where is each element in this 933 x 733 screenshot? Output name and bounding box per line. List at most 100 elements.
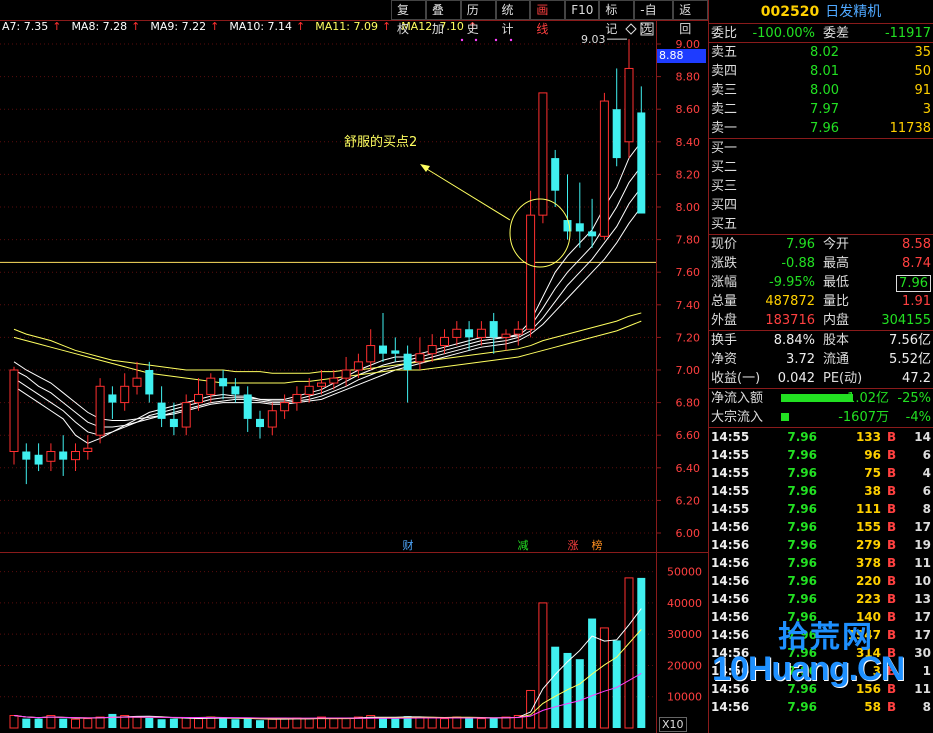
tick-row[interactable]: 14:55 7.96 96 B 6 xyxy=(709,446,933,464)
annotation-arrow-head xyxy=(420,164,430,172)
tick-price: 7.96 xyxy=(787,502,817,516)
tick-time: 14:55 xyxy=(711,430,750,444)
toolbar-button-8[interactable]: 返回 xyxy=(673,0,709,36)
tick-volume: 38 xyxy=(864,484,881,498)
tick-price: 7.96 xyxy=(787,646,817,660)
ask-label: 卖一 xyxy=(711,121,738,136)
toolbar-button-5[interactable]: F10 xyxy=(565,0,600,20)
toolbar-button-0[interactable]: 复权 xyxy=(391,0,426,36)
tick-volume: 133 xyxy=(855,430,881,444)
kline-chart-area[interactable]: 9.00 8.80 8.60 8.40 8.20 8.00 7.80 7.60 7.40 7.20… xyxy=(0,0,709,733)
bid-label: 买二 xyxy=(711,160,738,175)
bid-row-2[interactable]: 买二 xyxy=(709,158,933,177)
volume-bar-down xyxy=(465,717,474,728)
tick-list[interactable]: 14:55 7.96 133 B 14 14:55 7.96 96 B 6 14:55 7.96 75 B… xyxy=(709,428,933,716)
tick-price: 7.96 xyxy=(787,682,817,696)
ma-legend-item-2: MA9: 7.22 xyxy=(150,20,207,33)
stock-title[interactable]: 002520 日发精机 xyxy=(709,0,933,24)
candle-body-down xyxy=(59,451,68,460)
fundamental-label: 股本 xyxy=(823,333,850,348)
tick-volume: 378 xyxy=(855,556,881,570)
candle-body-up xyxy=(526,214,536,330)
stat-label: 最高 xyxy=(823,256,850,271)
weibi-label: 委比 xyxy=(711,26,738,41)
tick-row[interactable]: 14:55 7.96 38 B 6 xyxy=(709,482,933,500)
tick-row[interactable]: 14:56 7.96 3 B 1 xyxy=(709,662,933,680)
volume-bar-down xyxy=(145,717,154,728)
order-ratio-row: 委比 -100.00% 委差 -11917 xyxy=(709,24,933,43)
stat-label: 涨跌 xyxy=(711,256,738,271)
bid-row-3[interactable]: 买三 xyxy=(709,177,933,196)
tick-side: B xyxy=(887,556,897,570)
tick-side: B xyxy=(887,700,897,714)
tick-row[interactable]: 14:56 7.96 378 B 11 xyxy=(709,554,933,572)
bid-row-1[interactable]: 买一 xyxy=(709,139,933,158)
toolbar-button-3[interactable]: 统计 xyxy=(495,0,531,36)
tick-row[interactable]: 14:56 7.96 155 B 17 xyxy=(709,518,933,536)
ask-row-3[interactable]: 卖三 8.00 91 xyxy=(709,81,933,100)
tick-row[interactable]: 14:56 7.96 314 B 30 xyxy=(709,644,933,662)
candle-body-down xyxy=(34,454,43,465)
volume-bar-down xyxy=(256,720,264,728)
weibi-value: -100.00% xyxy=(752,26,815,41)
tick-row[interactable]: 14:56 7.96 279 B 19 xyxy=(709,536,933,554)
ask-row-5[interactable]: 卖五 8.02 35 xyxy=(709,43,933,62)
ask-volume: 35 xyxy=(914,45,931,60)
flow-row-1: 大宗流入 -1607万 -4% xyxy=(709,408,933,427)
toolbar-button-7[interactable]: -自选 xyxy=(634,0,674,36)
bid-label: 买三 xyxy=(711,179,738,194)
volume-bar-down xyxy=(551,646,560,728)
tick-side: B xyxy=(887,484,897,498)
tick-row[interactable]: 14:56 7.96 58 B 8 xyxy=(709,698,933,716)
volume-axis-label: 40000 xyxy=(667,597,702,610)
ma-line-ma11 xyxy=(13,312,642,374)
candle-body-up xyxy=(366,345,376,363)
tick-time: 14:55 xyxy=(711,502,750,516)
candle-body-down xyxy=(637,112,646,214)
money-flows: 净流入额 -1.02亿 -25% 大宗流入 -1607万 -4% xyxy=(709,389,933,428)
candle-body-down xyxy=(588,231,597,237)
toolbar-button-2[interactable]: 历史 xyxy=(460,0,496,36)
candle-body-up xyxy=(206,377,216,395)
tick-side: B xyxy=(887,682,897,696)
ask-book: 卖五 8.02 35 卖四 8.01 50 卖三 8.00 91 卖二 7.97 3 卖一 7.96 117… xyxy=(709,43,933,139)
price-axis-label: 8.60 xyxy=(676,103,701,116)
tick-row[interactable]: 14:56 7.96 1947 B 17 xyxy=(709,626,933,644)
ask-row-2[interactable]: 卖二 7.97 3 xyxy=(709,100,933,119)
volume-bar-down xyxy=(169,718,178,728)
candle-body-up xyxy=(452,328,462,338)
tick-row[interactable]: 14:55 7.96 75 B 4 xyxy=(709,464,933,482)
volume-bar-up xyxy=(9,714,19,729)
bid-row-4[interactable]: 买四 xyxy=(709,196,933,215)
tick-side: B xyxy=(887,466,897,480)
toolbar-button-1[interactable]: 叠加 xyxy=(425,0,461,36)
toolbar-button-4[interactable]: 画线 xyxy=(530,0,566,36)
bid-row-5[interactable]: 买五 xyxy=(709,215,933,234)
volume-unit-label: X10 xyxy=(659,717,687,732)
tick-row[interactable]: 14:55 7.96 133 B 14 xyxy=(709,428,933,446)
tick-time: 14:55 xyxy=(711,466,750,480)
tick-count: 17 xyxy=(914,628,931,642)
stat-row-1: 涨跌 -0.88 最高 8.74 xyxy=(709,254,933,273)
candle-body-up xyxy=(501,333,511,338)
tick-row[interactable]: 14:56 7.96 140 B 17 xyxy=(709,608,933,626)
tick-row[interactable]: 14:56 7.96 223 B 13 xyxy=(709,590,933,608)
tick-row[interactable]: 14:56 7.96 220 B 10 xyxy=(709,572,933,590)
volume-bar-up xyxy=(280,718,290,729)
volume-bar-down xyxy=(59,718,68,728)
tick-row[interactable]: 14:56 7.96 156 B 11 xyxy=(709,680,933,698)
tick-volume: 155 xyxy=(855,520,881,534)
candle-body-up xyxy=(280,402,290,412)
tick-row[interactable]: 14:55 7.96 111 B 8 xyxy=(709,500,933,518)
volume-bar-up xyxy=(501,716,511,729)
kline-chart[interactable]: 9.008.808.608.408.208.007.807.607.407.20… xyxy=(0,0,708,733)
ask-row-4[interactable]: 卖四 8.01 50 xyxy=(709,62,933,81)
ask-row-1[interactable]: 卖一 7.96 11738 xyxy=(709,119,933,138)
volume-bar-up xyxy=(526,689,536,729)
volume-bar-up xyxy=(599,627,609,729)
toolbar-button-6[interactable]: 标记 xyxy=(599,0,635,36)
tick-time: 14:56 xyxy=(711,664,750,678)
volume-bar-up xyxy=(624,577,634,729)
candle-body-down xyxy=(391,350,400,354)
tick-volume: 96 xyxy=(864,448,881,462)
